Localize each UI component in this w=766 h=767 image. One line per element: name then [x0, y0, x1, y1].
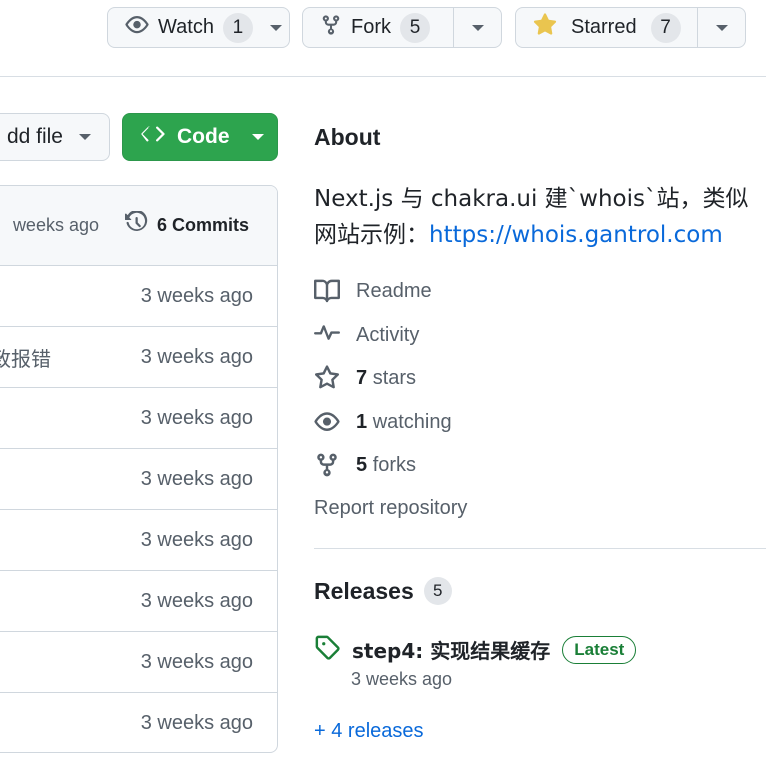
fork-dropdown-button[interactable]: [453, 8, 501, 47]
add-file-button[interactable]: dd file: [0, 113, 110, 161]
forks-text: 5 forks: [356, 454, 416, 477]
more-releases-link[interactable]: + 4 releases: [314, 720, 424, 743]
commit-time: 3 weeks ago: [140, 712, 253, 734]
activity-link[interactable]: Activity: [314, 322, 419, 348]
stars-count: 7: [356, 366, 368, 389]
chevron-down-icon: [715, 24, 728, 31]
file-row[interactable]: 3 weeks ago: [0, 449, 277, 510]
star-icon: [314, 365, 340, 391]
commit-time: 3 weeks ago: [140, 345, 253, 368]
latest-badge: Latest: [562, 635, 637, 664]
commit-time: 3 weeks ago: [140, 467, 253, 490]
releases-heading[interactable]: Releases 5: [314, 577, 452, 605]
watching-link[interactable]: 1 watching: [314, 409, 452, 435]
starred-label: Starred: [571, 16, 637, 38]
repo-description: Next.js 与 chakra.ui 建`whois`站，类似网站示例：htt…: [314, 181, 754, 253]
commits-link[interactable]: 6 Commits: [124, 209, 250, 240]
fork-button[interactable]: Fork 5: [303, 8, 453, 47]
latest-commit-time: weeks ago: [12, 215, 99, 235]
file-row[interactable]: 3 weeks ago: [0, 266, 277, 327]
code-button[interactable]: Code: [122, 113, 278, 161]
watching-label: watching: [372, 410, 452, 433]
releases-title: Releases: [314, 577, 414, 604]
releases-count: 5: [423, 577, 452, 605]
star-button-group[interactable]: Starred 7: [515, 7, 746, 48]
watch-button-group[interactable]: Watch 1: [107, 7, 290, 48]
fork-icon: [320, 14, 342, 42]
history-icon: [124, 209, 149, 240]
add-file-label: dd file: [6, 125, 63, 148]
code-icon: [141, 122, 165, 152]
stars-text: 7 stars: [356, 367, 416, 390]
eye-icon: [125, 13, 149, 43]
release-name: step4: 实现结果缓存: [352, 639, 551, 663]
file-row[interactable]: 3 weeks ago: [0, 693, 277, 752]
star-dropdown-button[interactable]: [697, 8, 745, 47]
code-label: Code: [177, 125, 230, 148]
header-divider: [0, 76, 766, 77]
sidebar-divider: [314, 548, 766, 549]
report-repository-link[interactable]: Report repository: [314, 497, 467, 520]
commit-time: 3 weeks ago: [140, 406, 253, 429]
file-row[interactable]: 3 weeks ago: [0, 510, 277, 571]
file-row[interactable]: 3 weeks ago: [0, 632, 277, 693]
watch-label: Watch: [158, 16, 214, 38]
readme-label: Readme: [356, 279, 432, 302]
fork-icon: [314, 452, 340, 478]
chevron-down-icon: [79, 134, 91, 140]
starred-button[interactable]: Starred 7: [516, 8, 697, 47]
file-row[interactable]: 3 weeks ago: [0, 571, 277, 632]
watching-text: 1 watching: [356, 411, 452, 434]
watch-count: 1: [222, 12, 253, 43]
tag-icon: [314, 634, 340, 665]
commits-label: 6 Commits: [157, 215, 250, 235]
file-row[interactable]: 致报错 3 weeks ago: [0, 327, 277, 388]
commit-time: 3 weeks ago: [140, 284, 253, 307]
homepage-link[interactable]: https://whois.gantrol.com: [429, 222, 723, 248]
eye-icon: [314, 409, 340, 435]
star-count: 7: [650, 12, 681, 43]
chevron-down-icon: [251, 134, 264, 140]
forks-label: forks: [372, 453, 417, 476]
readme-link[interactable]: Readme: [314, 278, 432, 304]
commit-time: 3 weeks ago: [140, 528, 253, 551]
file-row[interactable]: 3 weeks ago: [0, 388, 277, 449]
latest-commit-bar: weeks ago 6 Commits: [0, 186, 277, 266]
release-time: 3 weeks ago: [351, 669, 453, 689]
book-icon: [314, 278, 340, 304]
chevron-down-icon: [471, 24, 484, 31]
pulse-icon: [314, 322, 340, 348]
file-list: weeks ago 6 Commits 3 weeks ago 致报错 3 week…: [0, 185, 278, 753]
latest-release[interactable]: step4: 实现结果缓存 Latest: [314, 634, 637, 665]
chevron-down-icon: [269, 24, 282, 31]
commit-message[interactable]: 致报错: [0, 343, 51, 372]
watching-count: 1: [356, 410, 368, 433]
fork-label: Fork: [351, 16, 391, 38]
stars-link[interactable]: 7 stars: [314, 365, 416, 391]
fork-count: 5: [400, 12, 430, 43]
commit-time: 3 weeks ago: [140, 589, 253, 612]
activity-label: Activity: [356, 323, 420, 346]
forks-count: 5: [356, 453, 368, 476]
star-filled-icon: [533, 12, 557, 43]
forks-link[interactable]: 5 forks: [314, 452, 416, 478]
about-title: About: [314, 124, 381, 150]
stars-label: stars: [372, 366, 417, 389]
fork-button-group[interactable]: Fork 5: [302, 7, 502, 48]
watch-button[interactable]: Watch 1: [108, 8, 289, 47]
commit-time: 3 weeks ago: [140, 650, 253, 673]
